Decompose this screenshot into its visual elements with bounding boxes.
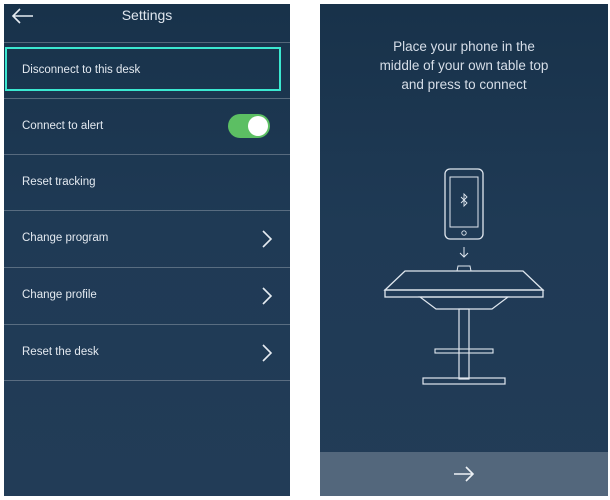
instruction-line: and press to connect — [401, 77, 527, 92]
row-label: Disconnect to this desk — [22, 64, 141, 76]
bluetooth-icon — [460, 192, 468, 208]
settings-header: Settings — [4, 4, 290, 38]
connect-alert-toggle[interactable] — [228, 114, 270, 138]
toggle-knob — [248, 116, 268, 136]
desk-icon — [383, 265, 545, 385]
arrow-right-icon — [454, 466, 475, 482]
connect-next-button[interactable] — [320, 452, 608, 496]
connect-instruction: Place your phone in the middle of your o… — [320, 37, 608, 94]
chevron-right-icon — [262, 287, 273, 305]
arrow-down-icon — [459, 247, 469, 258]
desk-illustration — [383, 168, 545, 385]
row-label: Reset tracking — [22, 176, 96, 188]
instruction-line: Place your phone in the — [393, 39, 535, 54]
connect-screen: Place your phone in the middle of your o… — [320, 4, 608, 496]
instruction-line: middle of your own table top — [379, 58, 549, 73]
reset-desk-row[interactable]: Reset the desk — [4, 324, 290, 380]
row-label: Change program — [22, 232, 109, 244]
chevron-right-icon — [262, 344, 273, 362]
reset-tracking-row[interactable]: Reset tracking — [4, 154, 290, 210]
chevron-right-icon — [262, 230, 273, 248]
disconnect-desk-row[interactable]: Disconnect to this desk — [4, 42, 290, 98]
row-label: Reset the desk — [22, 346, 99, 358]
page-title: Settings — [121, 7, 173, 23]
change-program-row[interactable]: Change program — [4, 210, 290, 266]
row-label: Connect to alert — [22, 120, 104, 132]
row-label: Change profile — [22, 289, 97, 301]
settings-screen: Settings Disconnect to this desk Connect… — [4, 4, 290, 496]
list-divider — [4, 380, 290, 381]
change-profile-row[interactable]: Change profile — [4, 267, 290, 323]
connect-alert-row: Connect to alert — [4, 98, 290, 154]
